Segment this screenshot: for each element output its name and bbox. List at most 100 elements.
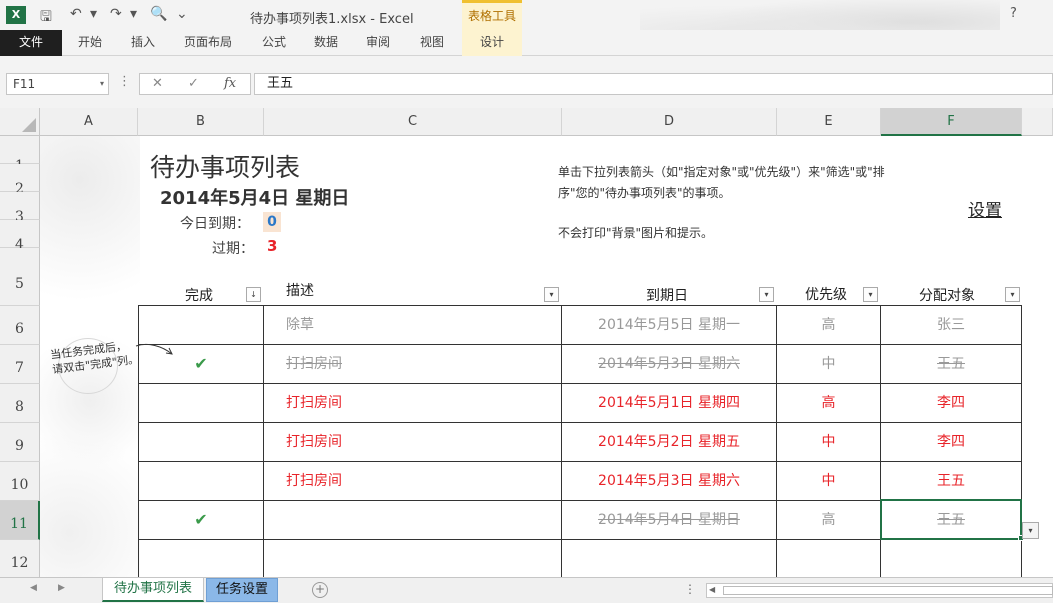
task-description-cell[interactable]: 打扫房间 [264, 462, 562, 501]
select-all-button[interactable] [0, 108, 40, 136]
overdue-count[interactable]: 3 [267, 237, 277, 255]
task-priority-cell[interactable]: 中 [777, 462, 881, 501]
task-description-cell[interactable]: 除草 [264, 306, 562, 345]
task-done-cell[interactable] [138, 306, 264, 345]
task-assignee-cell[interactable]: 王五 [881, 462, 1022, 501]
enter-icon[interactable]: ✓ [188, 76, 199, 91]
help-icon[interactable]: ? [1010, 6, 1017, 21]
tab-home[interactable]: 开始 [66, 30, 114, 56]
task-due-cell[interactable]: 2014年5月1日 星期四 [562, 384, 777, 423]
row-header-12[interactable]: 12 [0, 540, 40, 577]
filter-due-date-icon[interactable]: ▾ [759, 287, 774, 302]
customize-toolbar-icon[interactable]: ⌄ [176, 6, 188, 22]
header-priority: 优先级 ▾ [777, 280, 881, 306]
row-header-8[interactable]: 8 [0, 384, 40, 423]
row-header-10[interactable]: 10 [0, 462, 40, 501]
formula-bar-splitter[interactable]: ⋮ [118, 74, 131, 89]
task-assignee-cell[interactable]: 王五 [881, 345, 1022, 384]
row-header-7[interactable]: 7 [0, 345, 40, 384]
sort-filter-done-icon[interactable]: ↓ [246, 287, 261, 302]
tab-formulas[interactable]: 公式 [252, 30, 296, 56]
tab-view[interactable]: 视图 [410, 30, 454, 56]
next-sheet-icon[interactable]: ▶ [58, 583, 65, 593]
tab-splitter-icon[interactable]: ⋮ [684, 582, 696, 596]
sheet-tab-todo-list[interactable]: 待办事项列表 [102, 578, 204, 602]
task-due-cell[interactable]: 2014年5月3日 星期六 [562, 462, 777, 501]
name-box[interactable]: F11 ▾ [6, 73, 109, 95]
tab-page-layout[interactable]: 页面布局 [176, 30, 240, 56]
column-header-a[interactable]: A [40, 108, 138, 136]
print-preview-icon[interactable]: 🔍 [150, 6, 167, 22]
task-assignee-cell[interactable] [881, 540, 1022, 577]
header-due-date-label: 到期日 [646, 288, 688, 304]
filter-assignee-icon[interactable]: ▾ [1005, 287, 1020, 302]
column-header-d[interactable]: D [562, 108, 777, 136]
row-header-3[interactable]: 3 [0, 192, 40, 225]
column-header-b[interactable]: B [138, 108, 264, 136]
formula-input[interactable]: 王五 [254, 73, 1053, 95]
task-due-cell[interactable]: 2014年5月2日 星期五 [562, 423, 777, 462]
tab-design[interactable]: 设计 [462, 30, 522, 56]
row-header-1[interactable]: 1 [0, 136, 40, 174]
task-done-cell[interactable] [138, 540, 264, 577]
task-priority-cell[interactable]: 高 [777, 384, 881, 423]
tab-review[interactable]: 审阅 [358, 30, 398, 56]
name-box-value: F11 [13, 77, 36, 91]
task-priority-cell[interactable]: 中 [777, 423, 881, 462]
undo-icon[interactable]: ↶ [70, 6, 82, 22]
row-header-11[interactable]: 11 [0, 501, 40, 540]
task-done-cell[interactable]: ✔ [138, 345, 264, 384]
undo-dropdown-icon[interactable]: ▾ [90, 6, 97, 22]
task-description-cell[interactable]: 打扫房间 [264, 345, 562, 384]
due-today-count[interactable]: 0 [263, 212, 281, 232]
save-icon[interactable]: 🖫 [40, 6, 52, 30]
sheet-tab-task-settings[interactable]: 任务设置 [206, 578, 278, 602]
row-header-4[interactable]: 4 [0, 220, 40, 253]
column-header-e[interactable]: E [777, 108, 881, 136]
redo-icon[interactable]: ↷ [110, 6, 122, 22]
task-assignee-cell[interactable]: 李四 [881, 384, 1022, 423]
add-sheet-icon[interactable]: + [312, 582, 328, 598]
tab-data[interactable]: 数据 [306, 30, 346, 56]
row-header-5[interactable]: 5 [0, 248, 40, 306]
row-header-2[interactable]: 2 [0, 164, 40, 197]
task-description-cell[interactable] [264, 501, 562, 540]
task-priority-cell[interactable]: 中 [777, 345, 881, 384]
task-done-cell[interactable]: ✔ [138, 501, 264, 540]
row-header-6[interactable]: 6 [0, 306, 40, 345]
tab-insert[interactable]: 插入 [120, 30, 166, 56]
task-due-cell[interactable] [562, 540, 777, 577]
redo-dropdown-icon[interactable]: ▾ [130, 6, 137, 22]
task-assignee-cell[interactable]: 李四 [881, 423, 1022, 462]
task-priority-cell[interactable]: 高 [777, 306, 881, 345]
task-due-cell[interactable]: 2014年5月5日 星期一 [562, 306, 777, 345]
scroll-left-icon[interactable]: ◀ [709, 585, 715, 594]
horizontal-scrollbar[interactable]: ◀ [706, 583, 1053, 598]
tab-file[interactable]: 文件 [0, 30, 62, 56]
task-done-cell[interactable] [138, 462, 264, 501]
chevron-down-icon[interactable]: ▾ [100, 74, 104, 94]
task-done-cell[interactable] [138, 423, 264, 462]
task-description-cell[interactable] [264, 540, 562, 577]
task-description-cell[interactable]: 打扫房间 [264, 384, 562, 423]
task-due-cell[interactable]: 2014年5月3日 星期六 [562, 345, 777, 384]
task-done-cell[interactable] [138, 384, 264, 423]
ribbon-tabs: 文件 开始 插入 页面布局 公式 数据 审阅 视图 设计 [0, 30, 1053, 56]
task-due-cell[interactable]: 2014年5月4日 星期日 [562, 501, 777, 540]
task-priority-cell[interactable]: 高 [777, 501, 881, 540]
task-priority-cell[interactable] [777, 540, 881, 577]
filter-priority-icon[interactable]: ▾ [863, 287, 878, 302]
excel-logo-icon[interactable]: X [6, 6, 26, 24]
row-header-9[interactable]: 9 [0, 423, 40, 462]
insert-function-icon[interactable]: fx [224, 76, 236, 91]
scrollbar-thumb[interactable] [723, 586, 1053, 595]
cancel-icon[interactable]: ✕ [152, 76, 163, 91]
cell-dropdown-icon[interactable]: ▾ [1022, 522, 1039, 539]
column-header-c[interactable]: C [264, 108, 562, 136]
column-header-f[interactable]: F [881, 108, 1022, 136]
previous-sheet-icon[interactable]: ◀ [30, 583, 37, 593]
task-description-cell[interactable]: 打扫房间 [264, 423, 562, 462]
filter-description-icon[interactable]: ▾ [544, 287, 559, 302]
settings-link[interactable]: 设置 [968, 196, 1002, 221]
task-assignee-cell[interactable]: 张三 [881, 306, 1022, 345]
